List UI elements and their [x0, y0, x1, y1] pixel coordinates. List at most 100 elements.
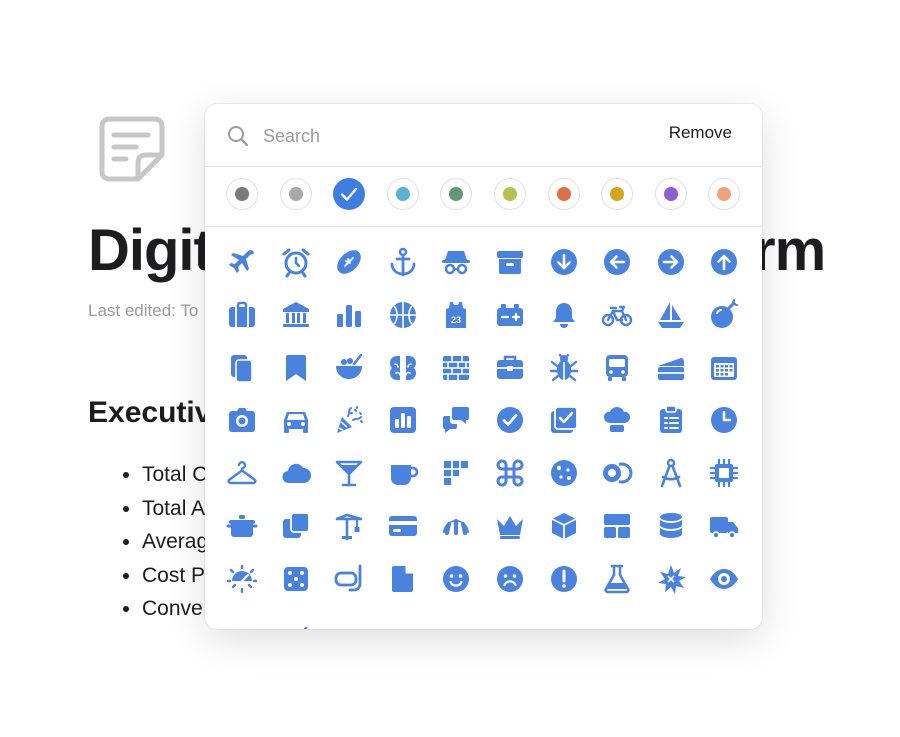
cake-slice-icon[interactable]	[655, 352, 687, 384]
page-document-icon[interactable]	[96, 113, 168, 185]
drafting-compass-icon[interactable]	[655, 457, 687, 489]
partial-9-icon[interactable]	[655, 616, 687, 629]
bug-icon[interactable]	[548, 352, 580, 384]
cookie-icon[interactable]	[548, 457, 580, 489]
partial-2-icon[interactable]	[280, 616, 312, 629]
color-swatch-purple[interactable]	[654, 178, 687, 210]
command-key-icon[interactable]	[494, 457, 526, 489]
bell-icon[interactable]	[548, 299, 580, 331]
color-swatch-lime[interactable]	[494, 178, 526, 210]
credit-card-icon[interactable]	[387, 510, 419, 542]
color-dot	[663, 187, 678, 201]
arrow-left-circle-icon[interactable]	[601, 246, 633, 278]
partial-4-icon[interactable]	[387, 616, 419, 629]
database-icon[interactable]	[655, 510, 687, 542]
snorkel-icon[interactable]	[333, 563, 365, 595]
grid-shape-icon[interactable]	[440, 457, 472, 489]
bar-chart-icon[interactable]	[333, 299, 365, 331]
sailboat-icon[interactable]	[655, 299, 687, 331]
basketball-icon[interactable]	[387, 299, 419, 331]
remove-button[interactable]: Remove	[669, 123, 732, 143]
brick-wall-icon[interactable]	[440, 352, 472, 384]
partial-10-icon[interactable]	[708, 616, 740, 629]
coffee-mug-icon[interactable]	[387, 457, 419, 489]
cpu-chip-icon[interactable]	[708, 457, 740, 489]
cooking-pot-icon[interactable]	[226, 510, 258, 542]
delivery-truck-icon[interactable]	[708, 510, 740, 542]
partial-5-icon[interactable]	[440, 616, 472, 629]
chart-box-icon[interactable]	[387, 404, 419, 436]
toolbox-icon[interactable]	[494, 352, 526, 384]
crown-icon[interactable]	[494, 510, 526, 542]
exclamation-circle-icon[interactable]	[548, 563, 580, 595]
search-input[interactable]	[263, 122, 623, 150]
color-swatch-gray-light[interactable]	[279, 178, 312, 210]
anchor-icon[interactable]	[387, 246, 419, 278]
clock-icon[interactable]	[708, 404, 740, 436]
color-swatch-peach[interactable]	[708, 178, 741, 210]
arrow-right-circle-icon[interactable]	[655, 246, 687, 278]
search-bar: Remove	[205, 104, 762, 167]
partial-8-icon[interactable]	[601, 616, 633, 629]
color-swatch-yellow[interactable]	[601, 178, 634, 210]
chef-hat-icon[interactable]	[601, 404, 633, 436]
chat-bubbles-icon[interactable]	[440, 404, 472, 436]
flask-icon[interactable]	[601, 563, 633, 595]
copy-pages-icon[interactable]	[226, 352, 258, 384]
page-title[interactable]: Digit rm	[88, 218, 826, 284]
bookmark-icon[interactable]	[280, 352, 312, 384]
battery-icon[interactable]	[494, 299, 526, 331]
partial-3-icon[interactable]	[333, 616, 365, 629]
smile-icon[interactable]	[440, 563, 472, 595]
arrow-up-circle-icon[interactable]	[708, 246, 740, 278]
jersey-icon[interactable]: 23	[440, 299, 472, 331]
cloud-icon[interactable]	[280, 457, 312, 489]
partial-1-icon[interactable]	[226, 616, 258, 629]
car-icon[interactable]	[280, 404, 312, 436]
color-swatch-green[interactable]	[440, 178, 473, 210]
clipboard-list-icon[interactable]	[655, 404, 687, 436]
color-swatch-blue[interactable]	[333, 178, 366, 210]
color-swatch-orange-red[interactable]	[547, 178, 580, 210]
archive-box-icon[interactable]	[494, 246, 526, 278]
partial-7-icon[interactable]	[548, 616, 580, 629]
briefcase-icon[interactable]	[226, 299, 258, 331]
coins-icon[interactable]	[601, 457, 633, 489]
hanger-icon[interactable]	[226, 457, 258, 489]
alarm-clock-icon[interactable]	[280, 246, 312, 278]
incognito-icon[interactable]	[440, 246, 472, 278]
color-swatch-gray-dark[interactable]	[226, 178, 258, 210]
checkbox-icon[interactable]	[548, 404, 580, 436]
document-icon[interactable]	[387, 563, 419, 595]
bank-icon[interactable]	[280, 299, 312, 331]
bus-icon[interactable]	[601, 352, 633, 384]
confetti-icon[interactable]	[333, 404, 365, 436]
explosion-icon[interactable]	[655, 563, 687, 595]
cocktail-icon[interactable]	[333, 457, 365, 489]
frown-icon[interactable]	[494, 563, 526, 595]
check-circle-icon[interactable]	[494, 404, 526, 436]
color-swatch-teal[interactable]	[386, 178, 419, 210]
sun-dial-icon[interactable]	[226, 563, 258, 595]
search-icon	[227, 125, 249, 147]
crane-icon[interactable]	[333, 510, 365, 542]
partial-6-icon[interactable]	[494, 616, 526, 629]
color-palette	[205, 166, 762, 227]
arrow-down-circle-icon[interactable]	[548, 246, 580, 278]
camera-icon[interactable]	[226, 404, 258, 436]
duplicate-icon[interactable]	[280, 510, 312, 542]
bomb-icon[interactable]	[708, 298, 740, 331]
brain-icon[interactable]	[387, 352, 419, 384]
eye-icon[interactable]	[708, 563, 740, 595]
dice-icon[interactable]	[280, 563, 312, 595]
calendar-icon[interactable]	[708, 352, 740, 384]
cube-icon[interactable]	[548, 510, 580, 542]
food-bowl-icon[interactable]	[333, 352, 365, 384]
bicycle-icon[interactable]	[601, 299, 633, 331]
airplane-icon[interactable]	[226, 246, 258, 278]
bullet-list: Total C Total A Averag Cost P Conve	[118, 458, 208, 626]
layout-dashboard-icon[interactable]	[601, 510, 633, 542]
football-icon[interactable]	[333, 246, 365, 278]
color-dot	[503, 187, 517, 201]
croissant-icon[interactable]	[440, 510, 472, 542]
